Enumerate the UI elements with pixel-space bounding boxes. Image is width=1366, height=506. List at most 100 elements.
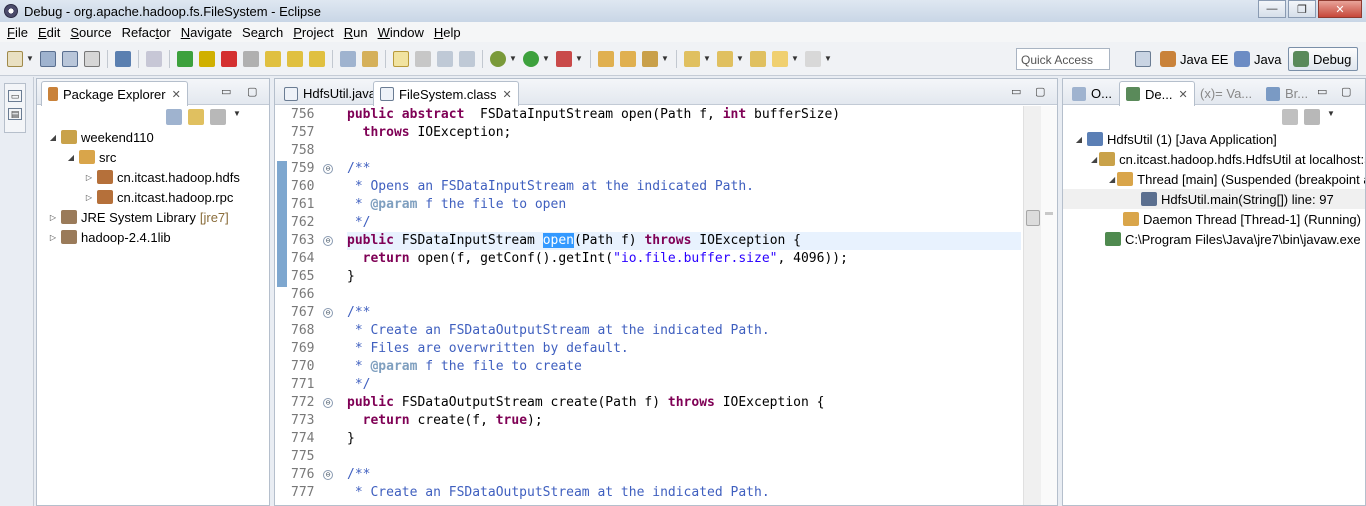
expand-toggle-icon[interactable]: ◢ [65,153,77,162]
tree-item[interactable]: ▷ cn.itcast.hadoop.hdfs [37,167,269,187]
previous-annotation-dropdown-icon[interactable]: ▼ [736,54,744,63]
external-tools-dropdown-icon[interactable]: ▼ [575,54,583,63]
code-editor[interactable]: 756 757 758 759 ⊖ 760 761 762 763 ⊖ 764 765 766 767 ⊖ 7… [275,106,1057,505]
drop-to-frame-icon[interactable] [340,50,356,67]
new-dropdown-icon[interactable]: ▼ [26,54,34,63]
maximize-view-icon[interactable]: ▢ [247,85,257,98]
resume-icon[interactable] [177,50,193,67]
perspective-debug[interactable]: Debug [1288,47,1358,71]
code-line[interactable]: * @param f the file to open [347,196,1021,214]
open-type-icon[interactable] [598,50,614,67]
close-button[interactable]: ✕ [1318,0,1362,18]
code-line[interactable]: throws IOException; [347,124,1021,142]
maximize-button[interactable]: ❐ [1288,0,1316,18]
link-with-editor-icon[interactable] [188,109,204,125]
tab-variables[interactable]: (x)= Va... [1193,81,1259,105]
step-return-icon[interactable] [309,50,325,67]
tab-outline[interactable]: O... [1065,81,1119,105]
tab-debug[interactable]: De... ✕ [1119,81,1195,106]
tab-hdfsutil-java[interactable]: HdfsUtil.java [277,81,383,105]
step-over-icon[interactable] [287,50,303,67]
minimize-editor-icon[interactable]: ▭ [1011,85,1021,98]
previous-annotation-icon[interactable] [717,50,733,67]
menu-item-source[interactable]: Source [65,25,116,40]
code-line[interactable]: * @param f the file to create [347,358,1021,376]
back-dropdown-icon[interactable]: ▼ [791,54,799,63]
new-icon[interactable] [7,50,23,67]
close-icon[interactable]: ✕ [1178,88,1187,101]
run-dropdown-icon[interactable]: ▼ [542,54,550,63]
menu-item-project[interactable]: Project [288,25,338,40]
vertical-scrollbar[interactable] [1023,106,1041,505]
maximize-view-icon[interactable]: ▢ [1341,85,1351,98]
tree-item[interactable]: HdfsUtil.main(String[]) line: 97 [1063,189,1365,209]
collapse-all-icon[interactable] [166,109,182,125]
code-line[interactable]: /** [347,466,1021,484]
print-icon[interactable] [84,50,100,67]
tree-item[interactable]: ◢ cn.itcast.hadoop.hdfs.HdfsUtil at local… [1063,149,1365,169]
tree-item[interactable]: C:\Program Files\Java\jre7\bin\javaw.exe [1063,229,1365,249]
search-dropdown-icon[interactable]: ▼ [661,54,669,63]
suspend-icon[interactable] [199,50,215,67]
minimize-button[interactable]: — [1258,0,1286,18]
step-into-icon[interactable] [265,50,281,67]
expand-toggle-icon[interactable]: ▷ [47,233,59,242]
tree-item[interactable]: ◢ Thread [main] (Suspended (breakpoint at… [1063,169,1365,189]
expand-toggle-icon[interactable]: ◢ [1091,155,1097,164]
fold-toggle-icon[interactable]: ⊖ [323,398,333,408]
expand-toggle-icon[interactable]: ◢ [1073,135,1085,144]
forward-icon[interactable] [805,50,821,67]
console-icon[interactable] [115,50,131,67]
close-icon[interactable]: ✕ [172,88,181,101]
back-icon[interactable] [772,50,788,67]
code-line[interactable] [347,448,1021,466]
tree-item[interactable]: ◢ HdfsUtil (1) [Java Application] [1063,129,1365,149]
code-line[interactable]: * Files are overwritten by default. [347,340,1021,358]
quick-access-input[interactable]: Quick Access [1016,48,1110,70]
code-line[interactable]: } [347,268,1021,286]
view-menu-icon[interactable]: ▼ [1327,109,1335,125]
fold-toggle-icon[interactable]: ⊖ [323,164,333,174]
expand-toggle-icon[interactable]: ◢ [1109,175,1115,184]
fold-toggle-icon[interactable]: ⊖ [323,236,333,246]
external-tools-icon[interactable] [556,50,572,67]
expand-toggle-icon[interactable]: ▷ [47,213,59,222]
tree-item[interactable]: ▷ hadoop-2.4.1lib [37,227,269,247]
terminate-icon[interactable] [221,50,237,67]
tree-item[interactable]: ▷ JRE System Library [jre7] [37,207,269,227]
code-line[interactable]: * Create an FSDataOutputStream at the in… [347,484,1021,502]
tab-package-explorer[interactable]: Package Explorer ✕ [41,81,188,106]
menu-item-run[interactable]: Run [339,25,373,40]
tree-item[interactable]: ▷ cn.itcast.hadoop.rpc [37,187,269,207]
block-selection-icon[interactable] [437,50,453,67]
toggle-breadcrumb-icon[interactable] [415,50,431,67]
code-line[interactable] [347,142,1021,160]
tree-item[interactable]: ◢ src [37,147,269,167]
view-menu-icon[interactable]: ▼ [233,109,241,125]
save-icon[interactable] [40,50,56,67]
menu-item-search[interactable]: Search [237,25,288,40]
forward-dropdown-icon[interactable]: ▼ [824,54,832,63]
code-line[interactable]: return open(f, getConf().getInt("io.file… [347,250,1021,268]
occurrence-marker[interactable] [1045,212,1053,215]
code-line[interactable]: * Opens an FSDataInputStream at the indi… [347,178,1021,196]
code-line[interactable]: */ [347,376,1021,394]
menu-item-window[interactable]: Window [373,25,429,40]
minimize-view-icon[interactable]: ▭ [1317,85,1327,98]
tab-filesystem-class[interactable]: FileSystem.class ✕ [373,81,519,106]
filter-icon[interactable] [210,109,226,125]
show-whitespace-icon[interactable] [459,50,475,67]
skip-breakpoints-icon[interactable] [146,50,162,67]
disconnect-icon[interactable] [243,50,259,67]
debug-dropdown-icon[interactable]: ▼ [509,54,517,63]
code-text[interactable]: public abstract FSDataInputStream open(P… [347,106,1021,505]
menu-item-refactor[interactable]: Refactor [117,25,176,40]
save-all-icon[interactable] [62,50,78,67]
remove-terminated-icon[interactable] [1282,109,1298,125]
tree-item[interactable]: ◢ weekend110 [37,127,269,147]
menu-item-edit[interactable]: Edit [33,25,65,40]
menu-item-help[interactable]: Help [429,25,466,40]
next-annotation-icon[interactable] [684,50,700,67]
code-line[interactable]: * Create an FSDataOutputStream at the in… [347,322,1021,340]
code-line[interactable]: } [347,430,1021,448]
